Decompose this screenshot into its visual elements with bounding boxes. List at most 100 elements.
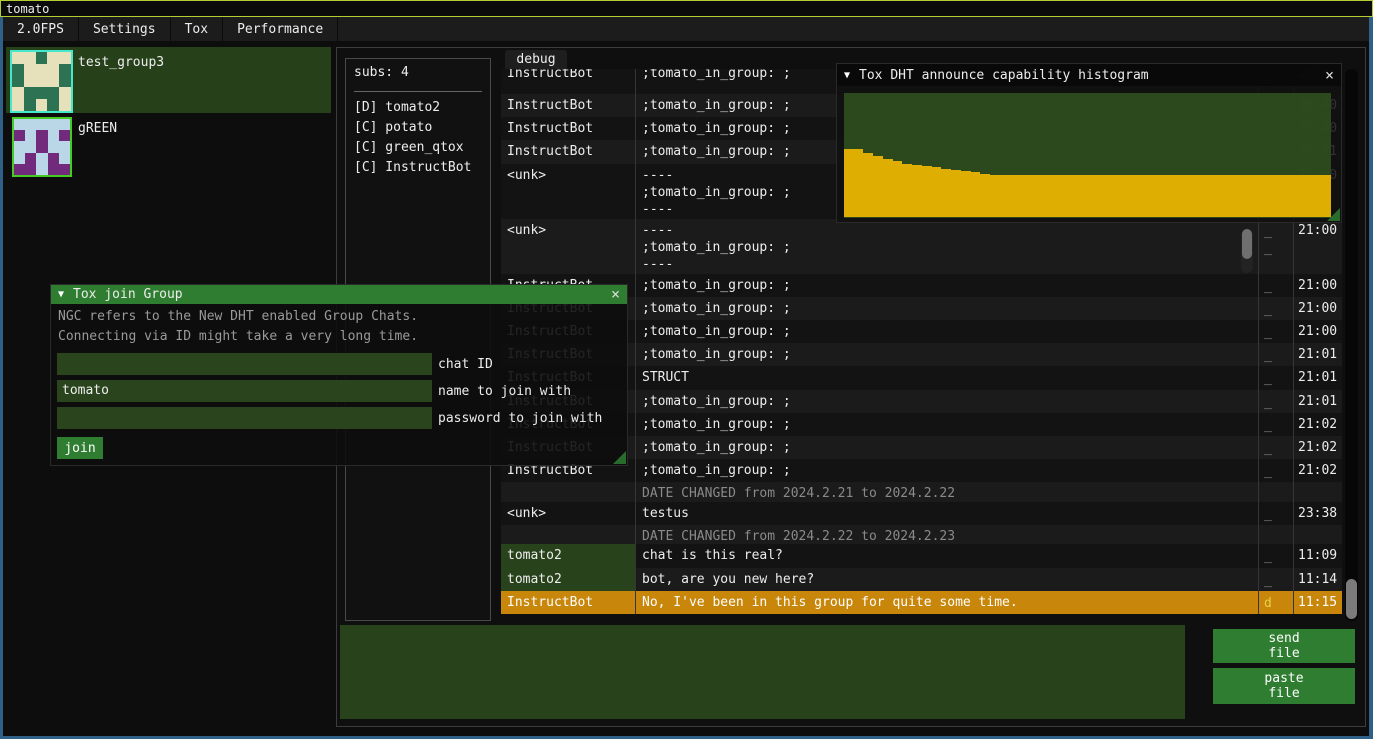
join-name-input[interactable]: tomato [57,380,432,402]
member-item[interactable]: [C] green_qtox [354,138,490,158]
message-text[interactable]: testus [635,502,1258,525]
send-file-button[interactable]: send file [1213,629,1355,663]
tab-debug[interactable]: debug [505,50,567,69]
chat-row[interactable]: tomato2bot, are you new here?_ _11:14 [501,568,1342,591]
paste-file-button[interactable]: paste file [1213,668,1355,704]
group-item-gREEN[interactable]: gREEN [6,115,331,177]
join-group-titlebar[interactable]: ▼ Tox join Group × [51,285,627,304]
message-timestamp: 21:02 [1293,413,1342,436]
histogram-bar [883,159,893,217]
menu-tox[interactable]: Tox [171,17,223,41]
message-status-flags: _ _ [1258,436,1293,459]
message-text[interactable]: ---- ;tomato_in_group: ; ---- [635,219,1258,274]
message-text[interactable]: ;tomato_in_group: ; [635,413,1258,436]
sender-name: InstructBot [501,591,635,614]
avatar-pixel [59,130,70,141]
message-input[interactable] [340,625,1185,719]
menu-settings[interactable]: Settings [79,17,171,41]
os-titlebar[interactable]: tomato [0,0,1373,17]
avatar-pixel [36,164,47,175]
message-text[interactable]: ;tomato_in_group: ; [635,297,1258,320]
message-status-flags: _ _ [1258,459,1293,482]
avatar-pixel [25,153,36,164]
collapse-arrow-icon[interactable]: ▼ [844,70,850,81]
histogram-plot[interactable] [844,93,1331,218]
message-status-flags [1258,482,1293,502]
member-item[interactable]: [C] InstructBot [354,158,490,178]
avatar-pixel [36,130,47,141]
message-text[interactable]: bot, are you new here? [635,568,1258,591]
histogram-bar [1039,175,1049,217]
histogram-bar [1087,175,1097,217]
resize-grip[interactable] [613,451,626,464]
member-item[interactable]: [D] tomato2 [354,98,490,118]
histogram-bar [1194,175,1204,217]
sender-name: <unk> [501,502,635,525]
group-item-test_group3[interactable]: test_group3 [6,47,331,113]
message-cell-scrollbar[interactable] [1241,229,1253,273]
message-text[interactable]: ;tomato_in_group: ; [635,390,1258,413]
histogram-bar [941,169,951,217]
date-separator-row[interactable]: DATE CHANGED from 2024.2.22 to 2024.2.23 [501,525,1342,545]
date-separator-row[interactable]: DATE CHANGED from 2024.2.21 to 2024.2.22 [501,482,1342,502]
histogram-bar [1243,175,1253,217]
join-password-input[interactable] [57,407,432,429]
chat-row[interactable]: tomato2chat is this real?_ _11:09 [501,544,1342,567]
avatar-pixel [24,87,36,99]
subs-count: subs: 4 [354,65,490,85]
sender-name: tomato2 [501,544,635,567]
histogram-bar [1302,175,1312,217]
sender-name: <unk> [501,164,635,219]
scrollbar-thumb[interactable] [1346,579,1357,619]
avatar-pixel [25,141,36,152]
scrollbar-thumb[interactable] [1242,229,1252,259]
close-icon[interactable]: × [611,287,620,302]
histogram-bar [1117,175,1127,217]
chat-id-input[interactable] [57,353,432,375]
histogram-bar [1253,175,1263,217]
message-text[interactable]: ;tomato_in_group: ; [635,436,1258,459]
message-status-flags: _ _ [1258,502,1293,525]
avatar-pixel [12,52,24,64]
join-password-input-label: password to join with [438,411,602,426]
join-description-line1: NGC refers to the New DHT enabled Group … [51,304,627,327]
histogram-bar [863,153,873,217]
message-text[interactable]: ;tomato_in_group: ; [635,459,1258,482]
close-icon[interactable]: × [1325,68,1334,83]
join-button[interactable]: join [57,437,103,459]
message-status-flags: _ _ [1258,274,1293,297]
group-name: test_group3 [78,55,164,70]
histogram-bar [873,156,883,217]
histogram-bar [1292,175,1302,217]
avatar-pixel [47,52,59,64]
histogram-bar [1282,175,1292,217]
join-fields: chat IDtomatoname to join withpassword t… [51,347,627,429]
message-text[interactable]: ;tomato_in_group: ; [635,343,1258,366]
menu-performance[interactable]: Performance [223,17,338,41]
resize-grip[interactable] [1327,208,1340,221]
message-text[interactable]: STRUCT [635,366,1258,389]
histogram-bar [1204,175,1214,217]
histogram-bar [844,149,854,217]
dht-histogram-titlebar[interactable]: ▼ Tox DHT announce capability histogram … [837,64,1341,86]
chat-scrollbar[interactable] [1345,69,1358,621]
message-text[interactable]: No, I've been in this group for quite so… [635,591,1258,614]
avatar-pixel [47,64,59,76]
histogram-bar [893,161,903,217]
join-field-row: tomatoname to join with [57,380,627,402]
message-text[interactable]: ;tomato_in_group: ; [635,320,1258,343]
message-status-flags: _ _ [1258,366,1293,389]
collapse-arrow-icon[interactable]: ▼ [58,289,64,300]
chat-row[interactable]: InstructBotNo, I've been in this group f… [501,591,1342,614]
join-field-row: password to join with [57,407,627,429]
histogram-bar [1185,175,1195,217]
member-separator [354,91,482,92]
avatar-pixel [48,164,59,175]
avatar-pixel [36,64,48,76]
chat-row[interactable]: <unk>testus_ _23:38 [501,502,1342,525]
chat-row[interactable]: <unk>---- ;tomato_in_group: ; ----_ _21:… [501,219,1342,274]
avatar-pixel [48,130,59,141]
message-text[interactable]: ;tomato_in_group: ; [635,274,1258,297]
member-item[interactable]: [C] potato [354,118,490,138]
message-text[interactable]: chat is this real? [635,544,1258,567]
